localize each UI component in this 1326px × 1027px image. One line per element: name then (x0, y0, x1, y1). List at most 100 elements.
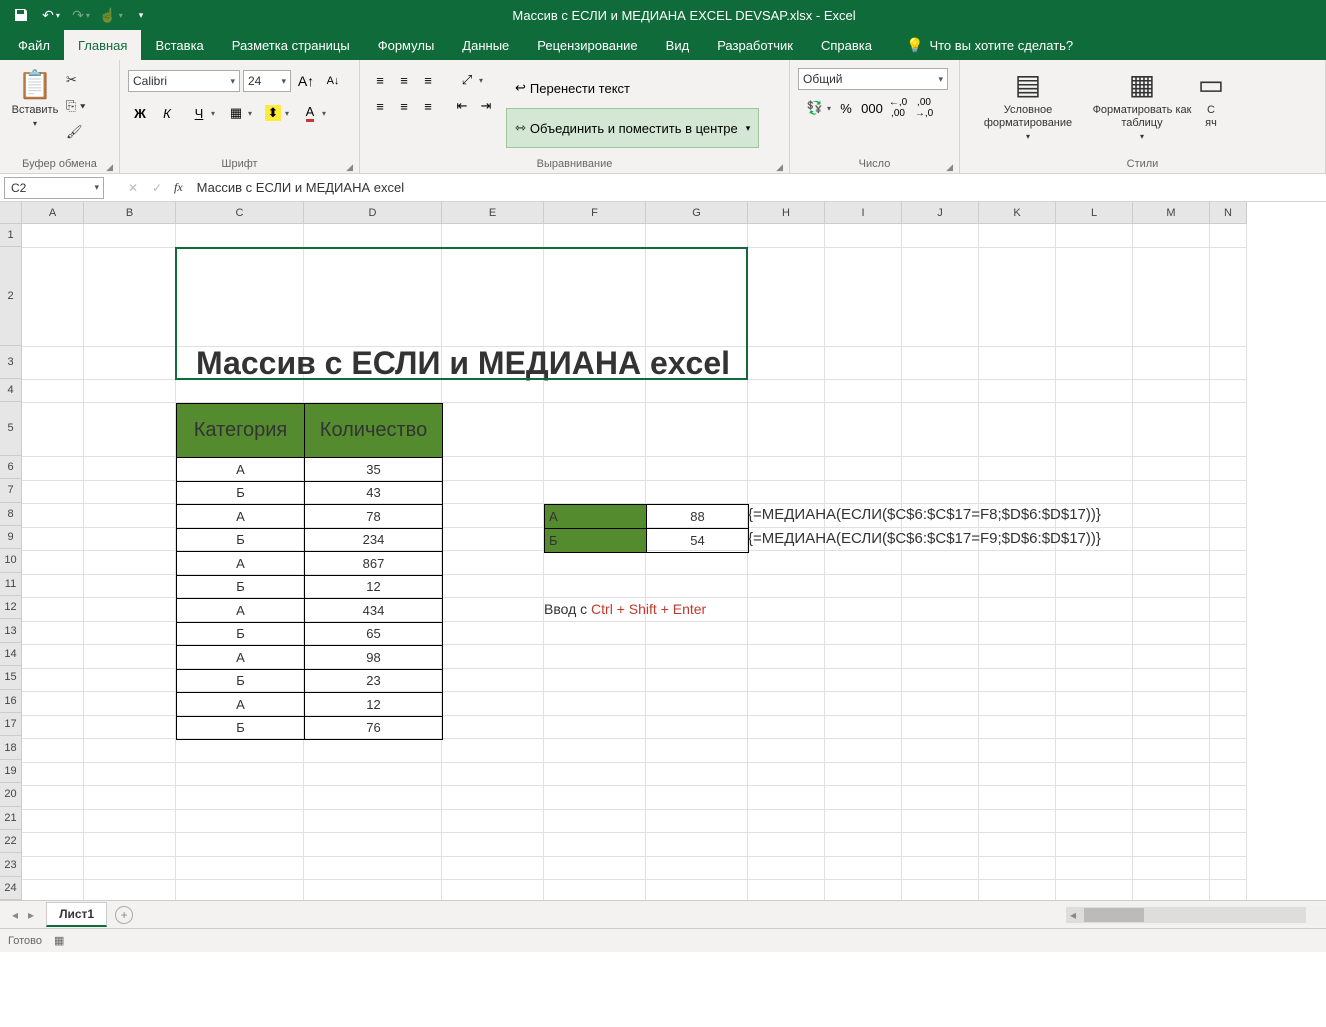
italic-button[interactable]: К (155, 101, 179, 125)
col-header-I[interactable]: I (825, 202, 902, 224)
undo-button[interactable]: ↶ (40, 4, 62, 26)
tellme-input[interactable]: Что вы хотите сделать? (929, 38, 1073, 53)
col-header-N[interactable]: N (1210, 202, 1247, 224)
data-table[interactable]: КатегорияКоличествоА35Б43А78Б234А867Б12А… (176, 403, 443, 764)
row-header-1[interactable]: 1 (0, 224, 22, 247)
row-header-9[interactable]: 9 (0, 526, 22, 549)
align-middle-button[interactable]: ≡ (392, 68, 416, 92)
col-header-F[interactable]: F (544, 202, 646, 224)
customize-qat[interactable]: ▾ (130, 4, 152, 26)
format-as-table-button[interactable]: ▦ Форматировать как таблицу (1092, 62, 1192, 143)
col-header-J[interactable]: J (902, 202, 979, 224)
conditional-formatting-button[interactable]: ▤ Условное форматирование (968, 62, 1088, 143)
dialog-launcher-icon[interactable]: ◢ (946, 158, 953, 176)
wrap-text-button[interactable]: ↩Перенести текст (506, 68, 759, 108)
col-header-D[interactable]: D (304, 202, 442, 224)
row-header-23[interactable]: 23 (0, 853, 22, 876)
row-header-6[interactable]: 6 (0, 456, 22, 479)
col-header-C[interactable]: C (176, 202, 304, 224)
percent-format-button[interactable]: % (834, 96, 858, 120)
format-painter-button[interactable]: 🖌 (66, 120, 85, 144)
ribbon-tab-вставка[interactable]: Вставка (141, 30, 217, 60)
cut-button[interactable]: ✂ (66, 68, 85, 92)
name-box[interactable]: C2 (4, 177, 104, 199)
row-header-21[interactable]: 21 (0, 807, 22, 830)
align-top-button[interactable]: ≡ (368, 68, 392, 92)
dialog-launcher-icon[interactable]: ◢ (776, 158, 783, 176)
row-header-11[interactable]: 11 (0, 573, 22, 596)
ribbon-tab-формулы[interactable]: Формулы (364, 30, 449, 60)
ribbon-tab-данные[interactable]: Данные (448, 30, 523, 60)
number-format-select[interactable]: Общий (798, 68, 948, 90)
ribbon-tab-рецензирование[interactable]: Рецензирование (523, 30, 651, 60)
orientation-button[interactable]: ⤢ (450, 68, 484, 92)
accounting-format-button[interactable]: 💱 (798, 96, 832, 120)
formula-bar[interactable]: Массив с ЕСЛИ и МЕДИАНА excel (191, 180, 1326, 195)
increase-indent-button[interactable]: ⇥ (474, 94, 498, 118)
row-header-12[interactable]: 12 (0, 596, 22, 619)
borders-button[interactable]: ▦ (219, 101, 253, 125)
copy-button[interactable]: ⎘ ▾ (66, 94, 85, 118)
select-all-corner[interactable] (0, 202, 22, 224)
row-header-4[interactable]: 4 (0, 379, 22, 402)
row-header-19[interactable]: 19 (0, 760, 22, 783)
col-header-K[interactable]: K (979, 202, 1056, 224)
ribbon-tab-разработчик[interactable]: Разработчик (703, 30, 807, 60)
ribbon-tab-файл[interactable]: Файл (4, 30, 64, 60)
row-header-20[interactable]: 20 (0, 783, 22, 806)
col-header-A[interactable]: A (22, 202, 84, 224)
row-header-15[interactable]: 15 (0, 666, 22, 689)
spreadsheet-grid[interactable]: Массив с ЕСЛИ и МЕДИАНА excelКатегорияКо… (22, 224, 1326, 900)
font-color-button[interactable]: А (293, 101, 327, 125)
fx-icon[interactable]: fx (174, 180, 183, 195)
font-size-select[interactable]: 24 (243, 70, 291, 92)
row-header-24[interactable]: 24 (0, 877, 22, 900)
cancel-formula-button[interactable]: ✕ (124, 181, 142, 195)
align-center-button[interactable]: ≡ (392, 94, 416, 118)
col-header-B[interactable]: B (84, 202, 176, 224)
row-header-5[interactable]: 5 (0, 402, 22, 456)
redo-button[interactable]: ↷ (70, 4, 92, 26)
fill-color-button[interactable]: ⬍ (256, 101, 290, 125)
ribbon-tab-справка[interactable]: Справка (807, 30, 886, 60)
row-header-16[interactable]: 16 (0, 690, 22, 713)
row-header-13[interactable]: 13 (0, 619, 22, 642)
col-header-E[interactable]: E (442, 202, 544, 224)
add-sheet-button[interactable]: + (115, 906, 133, 924)
enter-formula-button[interactable]: ✓ (148, 181, 166, 195)
paste-button[interactable]: 📋 Вставить (8, 62, 62, 130)
row-header-22[interactable]: 22 (0, 830, 22, 853)
save-icon[interactable] (10, 4, 32, 26)
align-left-button[interactable]: ≡ (368, 94, 392, 118)
comma-format-button[interactable]: 000 (860, 96, 884, 120)
result-table[interactable]: А88Б54 (544, 504, 749, 553)
underline-button[interactable]: Ч (182, 101, 216, 125)
row-header-3[interactable]: 3 (0, 346, 22, 379)
sheet-nav-first[interactable]: ◂ (12, 908, 18, 922)
sheet-nav-last[interactable]: ▸ (28, 908, 34, 922)
decrease-font-button[interactable]: A↓ (321, 69, 345, 93)
ribbon-tab-разметка страницы[interactable]: Разметка страницы (218, 30, 364, 60)
horizontal-scrollbar[interactable]: ◂ (1066, 907, 1306, 923)
cell-styles-button[interactable]: ▭ С яч (1196, 62, 1226, 130)
font-name-select[interactable]: Calibri (128, 70, 240, 92)
align-right-button[interactable]: ≡ (416, 94, 440, 118)
row-header-8[interactable]: 8 (0, 503, 22, 526)
ribbon-tab-главная[interactable]: Главная (64, 30, 141, 60)
row-header-17[interactable]: 17 (0, 713, 22, 736)
increase-font-button[interactable]: A↑ (294, 69, 318, 93)
merge-center-button[interactable]: ⇿Объединить и поместить в центре▾ (506, 108, 759, 148)
row-header-14[interactable]: 14 (0, 643, 22, 666)
dialog-launcher-icon[interactable]: ◢ (106, 158, 113, 176)
row-header-7[interactable]: 7 (0, 479, 22, 502)
col-header-L[interactable]: L (1056, 202, 1133, 224)
bold-button[interactable]: Ж (128, 101, 152, 125)
decrease-indent-button[interactable]: ⇤ (450, 94, 474, 118)
macros-icon[interactable]: ▦ (54, 934, 64, 947)
increase-decimal-button[interactable]: ←,0,00 (886, 96, 910, 120)
touch-mode-button[interactable]: ☝ (100, 4, 122, 26)
ribbon-tab-вид[interactable]: Вид (652, 30, 704, 60)
col-header-M[interactable]: M (1133, 202, 1210, 224)
decrease-decimal-button[interactable]: ,00→,0 (912, 96, 936, 120)
sheet-tab[interactable]: Лист1 (46, 902, 107, 927)
